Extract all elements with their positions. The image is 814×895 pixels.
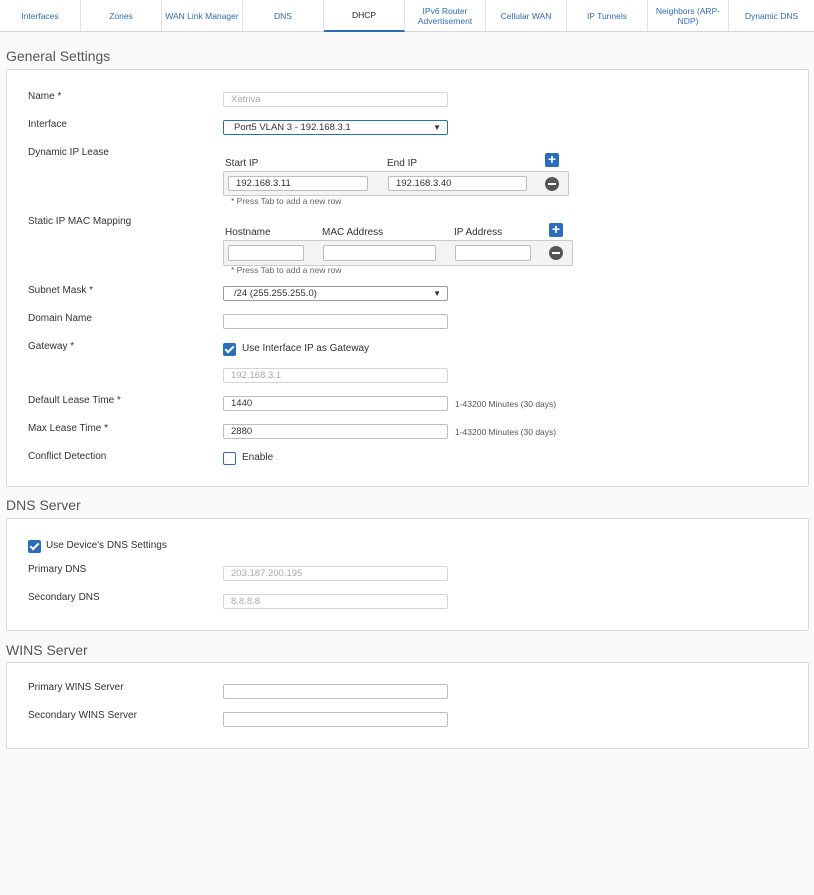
tab-dns[interactable]: DNS [243,0,324,31]
conflict-detection-checkbox[interactable] [223,452,236,465]
start-ip-input[interactable]: 192.168.3.11 [228,176,368,191]
primary-wins-input[interactable] [223,684,448,699]
use-device-dns-checkbox[interactable] [28,540,41,553]
use-device-dns-label: Use Device's DNS Settings [46,540,167,551]
dns-server-title: DNS Server [6,497,81,513]
plus-icon: + [551,221,561,237]
tab-interfaces[interactable]: Interfaces [0,0,81,31]
tab-ipv6-router-advertisement[interactable]: IPv6 Router Advertisement [405,0,486,31]
subnet-mask-select[interactable]: /24 (255.255.255.0) ▼ [223,286,448,301]
start-ip-header: Start IP [225,158,259,169]
minus-circle-icon[interactable] [545,177,559,191]
wins-server-title: WINS Server [6,642,88,658]
default-lease-time-input[interactable]: 1440 [223,396,448,411]
max-lease-range-hint: 1-43200 Minutes (30 days) [455,427,557,437]
dns-server-panel: Use Device's DNS Settings Primary DNS 20… [6,518,809,631]
domain-name-input[interactable] [223,314,448,329]
default-lease-time-label: Default Lease Time * [28,395,121,406]
mac-address-header: MAC Address [322,227,384,238]
tab-ip-tunnels[interactable]: IP Tunnels [567,0,648,31]
secondary-dns-label: Secondary DNS [28,592,100,603]
use-interface-ip-checkbox[interactable] [223,343,236,356]
secondary-wins-label: Secondary WINS Server [28,710,137,721]
triangle-down-icon: ▼ [433,289,441,298]
gateway-label: Gateway * [28,341,75,352]
interface-select-value: Port5 VLAN 3 - 192.168.3.1 [234,122,351,133]
name-label: Name * [28,91,62,102]
gateway-field: 192.168.3.1 [223,368,448,383]
ip-address-input[interactable] [455,245,531,261]
static-mapping-row [223,240,573,266]
static-ip-mac-mapping-label: Static IP MAC Mapping [28,216,132,227]
triangle-down-icon: ▼ [433,123,441,132]
primary-wins-label: Primary WINS Server [28,682,124,693]
general-settings-panel: Name * Xetriva Interface Port5 VLAN 3 - … [6,69,809,487]
use-interface-ip-label: Use Interface IP as Gateway [242,343,370,354]
interface-label: Interface [28,119,67,130]
domain-name-label: Domain Name [28,313,92,324]
interface-select[interactable]: Port5 VLAN 3 - 192.168.3.1 ▼ [223,120,448,135]
max-lease-time-input[interactable]: 2880 [223,424,448,439]
secondary-wins-input[interactable] [223,712,448,727]
dynamic-lease-row: 192.168.3.11 192.168.3.40 [223,171,569,196]
tab-zones[interactable]: Zones [81,0,162,31]
primary-dns-label: Primary DNS [28,564,87,575]
secondary-dns-field: 8.8.8.8 [223,594,448,609]
press-tab-hint: * Press Tab to add a new row [231,196,342,206]
enable-label: Enable [242,452,274,463]
ip-address-header: IP Address [454,227,503,238]
general-settings-title: General Settings [6,48,111,64]
subnet-mask-value: /24 (255.255.255.0) [234,288,317,299]
minus-circle-icon[interactable] [549,246,563,260]
default-lease-range-hint: 1-43200 Minutes (30 days) [455,399,557,409]
add-mapping-row-button[interactable]: + [549,221,563,237]
tab-cellular-wan[interactable]: Cellular WAN [486,0,567,31]
end-ip-header: End IP [387,158,418,169]
subnet-mask-label: Subnet Mask * [28,285,94,296]
dynamic-ip-lease-label: Dynamic IP Lease [28,147,109,158]
press-tab-hint: * Press Tab to add a new row [231,265,342,275]
tab-dhcp[interactable]: DHCP [324,0,405,32]
tab-wan-link-manager[interactable]: WAN Link Manager [162,0,243,31]
hostname-header: Hostname [225,227,271,238]
tab-bar: Interfaces Zones WAN Link Manager DNS DH… [0,0,814,32]
name-field[interactable]: Xetriva [223,92,448,107]
primary-dns-field: 203.187.200.195 [223,566,448,581]
wins-server-panel: Primary WINS Server Secondary WINS Serve… [6,662,809,749]
max-lease-time-label: Max Lease Time * [28,423,109,434]
tab-neighbors[interactable]: Neighbors (ARP-NDP) [648,0,729,31]
plus-icon: + [547,151,557,167]
conflict-detection-label: Conflict Detection [28,451,107,462]
mac-address-input[interactable] [323,245,436,261]
end-ip-input[interactable]: 192.168.3.40 [388,176,527,191]
tab-dynamic-dns[interactable]: Dynamic DNS [729,0,814,31]
hostname-input[interactable] [228,245,304,261]
add-lease-row-button[interactable]: + [545,151,559,167]
